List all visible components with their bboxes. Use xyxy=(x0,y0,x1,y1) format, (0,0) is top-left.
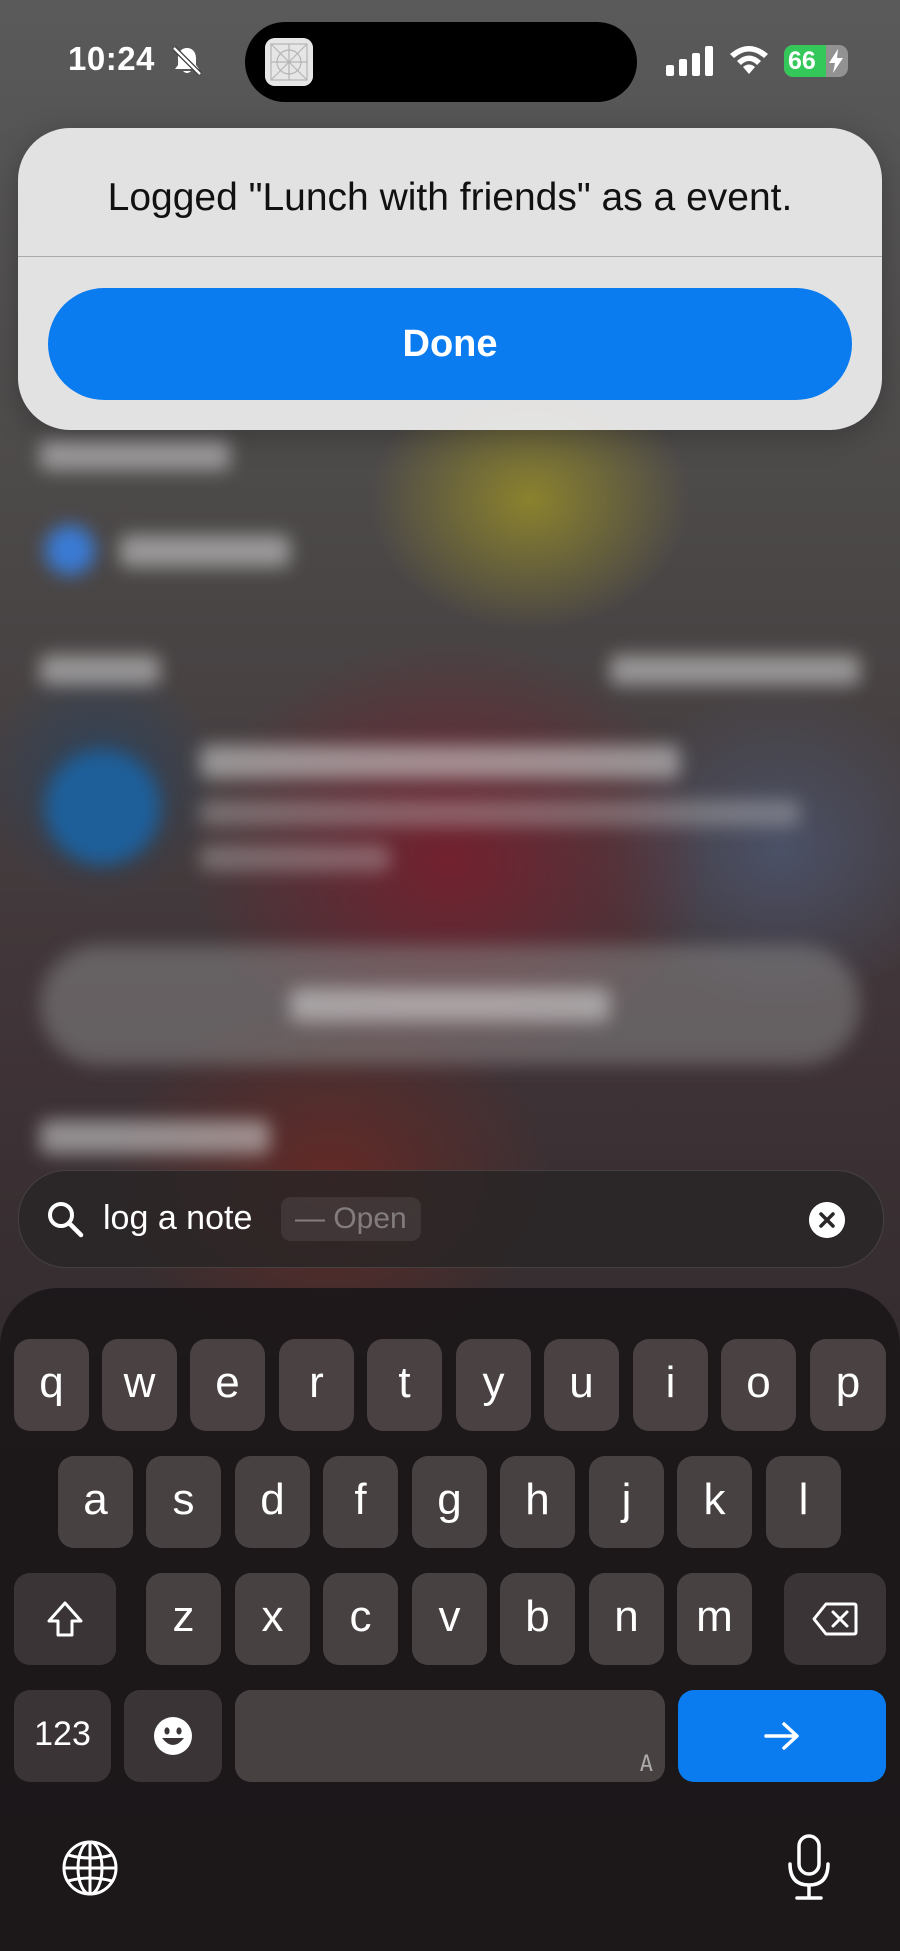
key-h[interactable]: h xyxy=(500,1456,575,1548)
key-v[interactable]: v xyxy=(412,1573,487,1665)
alert-message: Logged "Lunch with friends" as a event. xyxy=(107,176,793,219)
key-p[interactable]: p xyxy=(810,1339,886,1431)
key-x[interactable]: x xyxy=(235,1573,310,1665)
app-placeholder-icon xyxy=(265,38,313,86)
key-u[interactable]: u xyxy=(544,1339,619,1431)
blurred-text xyxy=(40,655,160,685)
key-q[interactable]: q xyxy=(14,1339,89,1431)
wifi-icon xyxy=(730,46,768,74)
blurred-text xyxy=(40,1120,270,1154)
key-t[interactable]: t xyxy=(367,1339,442,1431)
shift-key[interactable] xyxy=(14,1573,116,1665)
key-i[interactable]: i xyxy=(633,1339,708,1431)
delete-key[interactable] xyxy=(784,1573,886,1665)
blurred-text xyxy=(200,845,390,871)
key-c[interactable]: c xyxy=(323,1573,398,1665)
key-o[interactable]: o xyxy=(721,1339,796,1431)
space-key[interactable]: A xyxy=(235,1690,665,1782)
blurred-text xyxy=(610,655,860,685)
charging-bolt-icon xyxy=(829,49,843,73)
emoji-key[interactable] xyxy=(124,1690,222,1782)
key-b[interactable]: b xyxy=(500,1573,575,1665)
numbers-key[interactable]: 123 xyxy=(14,1690,111,1782)
key-w[interactable]: w xyxy=(102,1339,177,1431)
key-n[interactable]: n xyxy=(589,1573,664,1665)
key-e[interactable]: e xyxy=(190,1339,265,1431)
key-j[interactable]: j xyxy=(589,1456,664,1548)
dynamic-island xyxy=(245,22,637,102)
globe-icon[interactable] xyxy=(60,1838,120,1898)
blurred-app-icon xyxy=(45,525,95,575)
alert-divider xyxy=(18,256,882,257)
status-time: 10:24 xyxy=(68,40,155,77)
clear-x-icon[interactable] xyxy=(809,1202,845,1238)
key-r[interactable]: r xyxy=(279,1339,354,1431)
key-a[interactable]: a xyxy=(58,1456,133,1548)
key-g[interactable]: g xyxy=(412,1456,487,1548)
blurred-text xyxy=(120,535,290,567)
search-completion-hint: — Open xyxy=(281,1197,421,1241)
go-key[interactable] xyxy=(678,1690,886,1782)
battery-level: 66 xyxy=(788,47,816,75)
arrow-right-icon xyxy=(764,1722,799,1750)
battery-charging-icon: 66 xyxy=(784,45,848,77)
key-m[interactable]: m xyxy=(677,1573,752,1665)
blurred-avatar xyxy=(45,750,160,865)
key-d[interactable]: d xyxy=(235,1456,310,1548)
shift-arrow-icon xyxy=(47,1601,83,1637)
status-bar: 10:24 66 xyxy=(0,0,900,120)
done-button[interactable]: Done xyxy=(48,288,852,400)
blurred-text xyxy=(200,745,680,779)
microphone-icon[interactable] xyxy=(784,1833,834,1903)
space-key-hint: A xyxy=(639,1752,653,1777)
blurred-text xyxy=(290,988,610,1022)
emoji-icon xyxy=(154,1717,192,1755)
blurred-text xyxy=(200,800,800,826)
key-y[interactable]: y xyxy=(456,1339,531,1431)
search-query[interactable]: log a note xyxy=(103,1199,252,1238)
confirmation-alert: Logged "Lunch with friends" as a event. … xyxy=(18,128,882,430)
cellular-signal-icon xyxy=(666,46,713,76)
keyboard: q w e r t y u i o p a s d f g h j k l z … xyxy=(0,1288,900,1951)
blurred-text xyxy=(40,440,230,470)
bell-slash-icon xyxy=(172,46,202,76)
key-k[interactable]: k xyxy=(677,1456,752,1548)
key-l[interactable]: l xyxy=(766,1456,841,1548)
backspace-icon xyxy=(812,1602,858,1636)
key-s[interactable]: s xyxy=(146,1456,221,1548)
key-f[interactable]: f xyxy=(323,1456,398,1548)
search-field[interactable]: log a note — Open xyxy=(18,1170,884,1268)
magnifier-icon xyxy=(48,1202,84,1238)
key-z[interactable]: z xyxy=(146,1573,221,1665)
